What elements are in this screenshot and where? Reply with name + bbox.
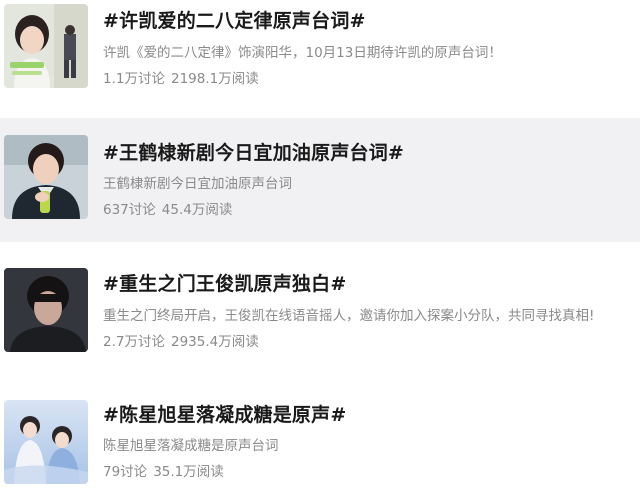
topic-description: 重生之门终局开启，王俊凯在线语音摇人，邀请你加入探案小分队，共同寻找真相! <box>103 308 595 324</box>
topic-description: 陈星旭星落凝成糖是原声台词 <box>103 438 279 454</box>
topic-description: 许凯《爱的二八定律》饰演阳华，10月13日期待许凯的原声台词！ <box>103 45 502 61</box>
topic-item[interactable]: #重生之门王俊凯原声独白# 重生之门终局开启，王俊凯在线语音摇人，邀请你加入探案… <box>0 242 640 372</box>
topic-stats: 2.7万讨论 2935.4万阅读 <box>103 330 259 350</box>
topic-title[interactable]: #王鹤棣新剧今日宜加油原声台词# <box>103 138 404 165</box>
portrait-photo-icon <box>4 268 88 352</box>
topic-title[interactable]: #陈星旭星落凝成糖是原声# <box>103 400 346 427</box>
read-count: 35.1万阅读 <box>153 464 224 480</box>
portrait-photo-icon <box>4 4 88 88</box>
topic-title[interactable]: #许凯爱的二八定律原声台词# <box>103 6 366 33</box>
portrait-photo-icon <box>4 135 88 219</box>
topic-stats: 637讨论 45.4万阅读 <box>103 198 232 218</box>
topic-title[interactable]: #重生之门王俊凯原声独白# <box>103 269 346 296</box>
topic-item[interactable]: #王鹤棣新剧今日宜加油原声台词# 王鹤棣新剧今日宜加油原声台词 637讨论 45.… <box>0 118 640 242</box>
topic-thumbnail[interactable] <box>4 135 88 219</box>
topic-thumbnail[interactable] <box>4 268 88 352</box>
discussion-count: 2.7万讨论 <box>103 334 165 350</box>
topic-thumbnail[interactable] <box>4 4 88 88</box>
read-count: 2935.4万阅读 <box>170 334 259 350</box>
poster-photo-icon <box>4 400 88 484</box>
read-count: 45.4万阅读 <box>161 202 233 218</box>
topic-stats: 79讨论 35.1万阅读 <box>103 460 224 480</box>
discussion-count: 637讨论 <box>103 202 156 218</box>
topic-thumbnail[interactable] <box>4 400 88 484</box>
discussion-count: 1.1万讨论 <box>103 71 165 87</box>
read-count: 2198.1万阅读 <box>170 71 259 87</box>
topic-item[interactable]: #许凯爱的二八定律原声台词# 许凯《爱的二八定律》饰演阳华，10月13日期待许凯… <box>0 0 640 118</box>
topic-stats: 1.1万讨论 2198.1万阅读 <box>103 67 259 87</box>
discussion-count: 79讨论 <box>103 464 148 480</box>
topic-description: 王鹤棣新剧今日宜加油原声台词 <box>103 176 292 192</box>
topic-list: #许凯爱的二八定律原声台词# 许凯《爱的二八定律》饰演阳华，10月13日期待许凯… <box>0 0 640 491</box>
topic-item[interactable]: #陈星旭星落凝成糖是原声# 陈星旭星落凝成糖是原声台词 79讨论 35.1万阅读 <box>0 372 640 491</box>
